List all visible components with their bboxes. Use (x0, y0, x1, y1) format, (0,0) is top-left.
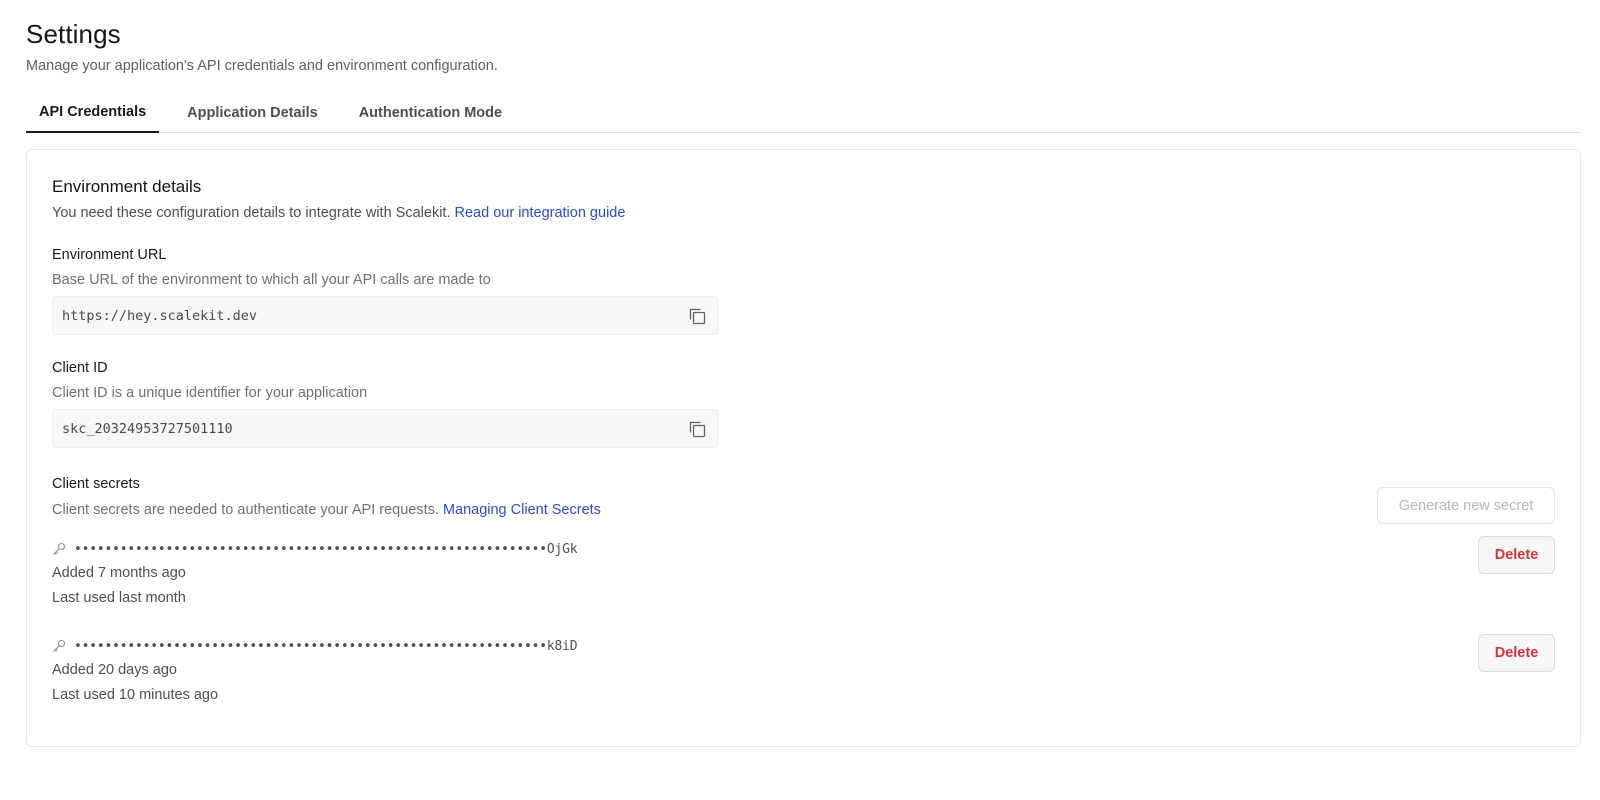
environment-url-field: https://hey.scalekit.dev (52, 296, 719, 335)
key-icon (52, 638, 68, 654)
tab-authentication-mode[interactable]: Authentication Mode (346, 92, 515, 133)
environment-url-help: Base URL of the environment to which all… (52, 272, 491, 288)
integration-guide-link[interactable]: Read our integration guide (455, 205, 626, 221)
secret-added: Added 20 days ago (52, 662, 177, 678)
section-description: You need these configuration details to … (52, 205, 625, 221)
environment-url-value: https://hey.scalekit.dev (62, 307, 258, 324)
generate-new-secret-button[interactable]: Generate new secret (1377, 487, 1555, 524)
client-secrets-description-text: Client secrets are needed to authenticat… (52, 502, 439, 518)
tab-application-details[interactable]: Application Details (174, 92, 331, 133)
delete-secret-button[interactable]: Delete (1478, 536, 1555, 574)
client-secret-item: ••••••••••••••••••••••••••••••••••••••••… (52, 539, 578, 609)
section-description-text: You need these configuration details to … (52, 205, 451, 221)
environment-url-label: Environment URL (52, 247, 167, 263)
client-id-field: skc_20324953727501110 (52, 409, 719, 448)
key-icon (52, 541, 68, 557)
client-secret-item: ••••••••••••••••••••••••••••••••••••••••… (52, 636, 578, 706)
secret-value-line: ••••••••••••••••••••••••••••••••••••••••… (52, 636, 578, 656)
client-id-value: skc_20324953727501110 (62, 420, 233, 437)
client-id-label: Client ID (52, 360, 108, 376)
delete-secret-button[interactable]: Delete (1478, 634, 1555, 672)
client-secrets-label: Client secrets (52, 476, 140, 492)
masked-secret: ••••••••••••••••••••••••••••••••••••••••… (74, 638, 578, 654)
secret-value-line: ••••••••••••••••••••••••••••••••••••••••… (52, 539, 578, 559)
secret-added: Added 7 months ago (52, 565, 186, 581)
secret-last-used: Last used 10 minutes ago (52, 687, 219, 703)
copy-icon[interactable] (686, 305, 708, 327)
copy-icon[interactable] (686, 418, 708, 440)
settings-page: Settings Manage your application's API c… (0, 0, 1600, 800)
settings-tabs: API Credentials Application Details Auth… (26, 92, 1581, 133)
environment-details-card: Environment details You need these confi… (26, 149, 1581, 747)
section-title: Environment details (52, 177, 202, 196)
tab-api-credentials[interactable]: API Credentials (26, 92, 160, 133)
masked-secret: ••••••••••••••••••••••••••••••••••••••••… (74, 541, 578, 557)
page-subtitle: Manage your application's API credential… (26, 58, 498, 74)
managing-client-secrets-link[interactable]: Managing Client Secrets (443, 502, 601, 518)
client-id-help: Client ID is a unique identifier for you… (52, 385, 368, 401)
page-title: Settings (26, 19, 121, 49)
client-secrets-description: Client secrets are needed to authenticat… (52, 502, 601, 518)
secret-last-used: Last used last month (52, 590, 186, 606)
